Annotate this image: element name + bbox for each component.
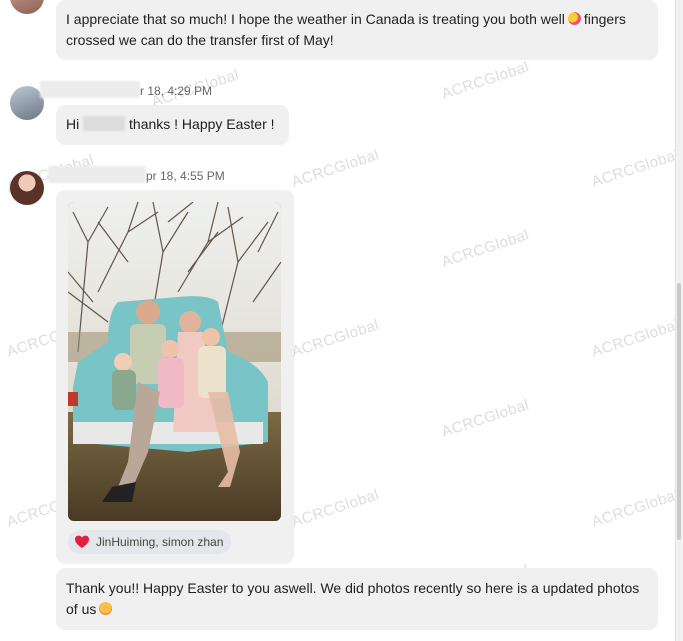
photo-message: JinHuiming, simon zhan (56, 190, 294, 564)
message-text: of us (66, 601, 97, 617)
watermark: ACRCGlobal (439, 396, 532, 441)
watermark: ACRCGlobal (289, 316, 382, 361)
message-text: fingers (583, 11, 626, 27)
watermark: ACRCGlobal (589, 146, 682, 191)
message-bubble: Hi thanks ! Happy Easter ! (56, 105, 289, 145)
sender-name-redacted (48, 166, 146, 183)
message-timestamp: r 18, 4:29 PM (140, 84, 213, 98)
watermark: ACRCGlobal (589, 316, 682, 361)
avatar[interactable] (10, 86, 44, 120)
message-text: Hi (66, 116, 80, 132)
message-text: I appreciate that so much! I hope the we… (66, 11, 565, 27)
watermark: ACRCGlobal (439, 226, 532, 271)
message-text: crossed we can do the transfer first of … (66, 32, 334, 48)
hugging-face-emoji-icon (567, 12, 581, 25)
message-text: Thank you!! Happy Easter to you aswell. … (66, 580, 640, 596)
watermark: ACRCGlobal (589, 486, 682, 531)
message-bubble: I appreciate that so much! I hope the we… (56, 0, 658, 60)
avatar[interactable] (10, 171, 44, 205)
watermark: ACRCGlobal (439, 58, 532, 103)
heart-icon (75, 535, 89, 548)
watermark: ACRCGlobal (289, 146, 382, 191)
message-timestamp: pr 18, 4:55 PM (146, 169, 225, 183)
scrollbar[interactable] (675, 0, 683, 641)
family-photo[interactable] (68, 202, 281, 521)
blushing-face-emoji-icon (99, 602, 113, 615)
reaction-names: JinHuiming, simon zhan (96, 535, 224, 549)
avatar[interactable] (10, 0, 44, 14)
watermark: ACRCGlobal (289, 486, 382, 531)
message-bubble: Thank you!! Happy Easter to you aswell. … (56, 568, 658, 630)
reactions-bar[interactable]: JinHuiming, simon zhan (68, 530, 232, 554)
redacted-name (83, 116, 126, 131)
sender-name-redacted (40, 81, 140, 98)
scrollbar-thumb[interactable] (677, 283, 681, 540)
message-text: thanks ! Happy Easter ! (129, 116, 275, 132)
